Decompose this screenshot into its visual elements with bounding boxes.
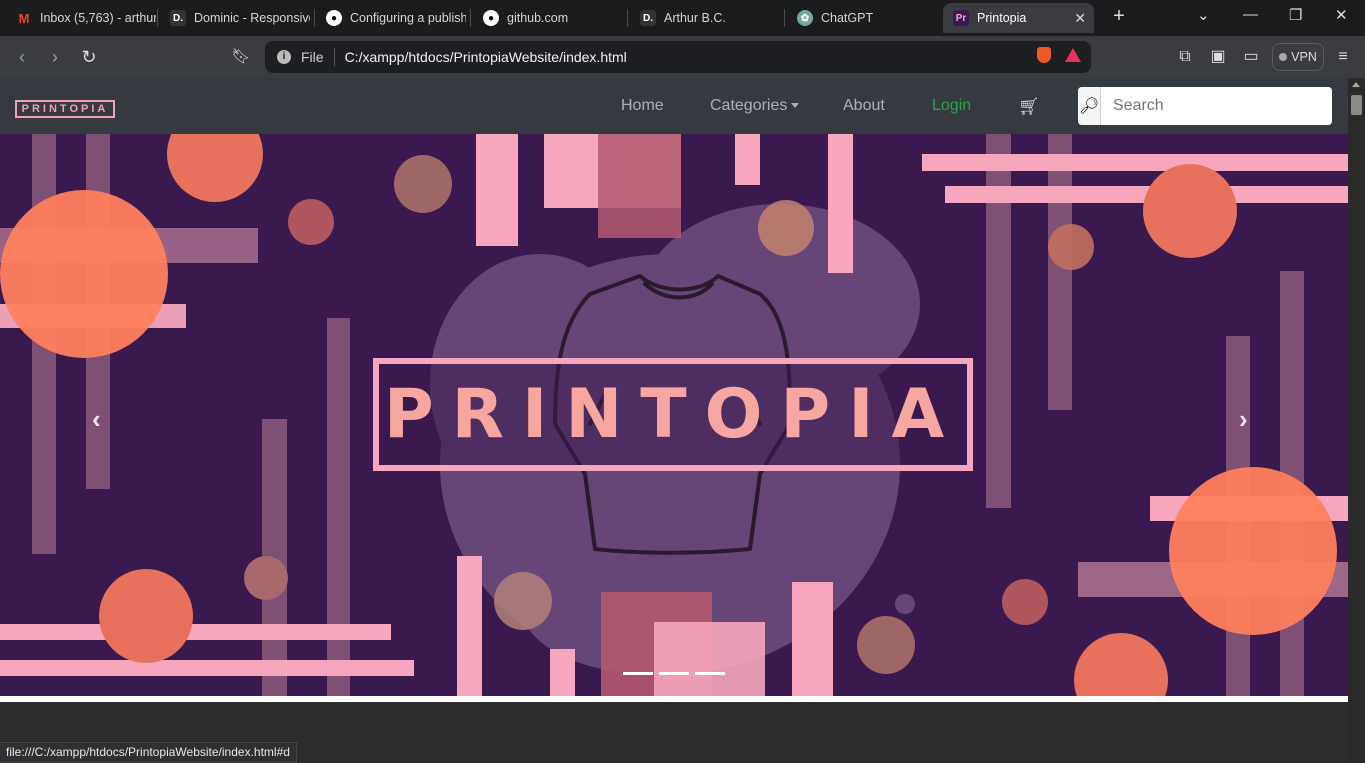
chatgpt-icon: ✿ [797,10,813,26]
wallet-icon[interactable]: ▭ [1240,46,1262,68]
tab-github[interactable]: ● github.com [473,3,623,33]
carousel-next-icon[interactable]: › [1239,404,1248,435]
tab-title: github.com [507,11,569,25]
tab-arthur[interactable]: D. Arthur B.C. [630,3,780,33]
brave-shields-icon[interactable] [1037,47,1051,63]
carousel-prev-icon[interactable]: ‹ [92,404,101,435]
search-icon: 🔎︎ [1078,98,1100,115]
tab-chatgpt[interactable]: ✿ ChatGPT [787,3,937,33]
vpn-status-icon [1279,53,1288,61]
section-divider [0,696,1348,702]
scroll-up-icon[interactable] [1352,82,1360,87]
scheme-label: File [301,49,324,65]
scrollbar-thumb[interactable] [1351,95,1362,115]
dev-icon: D. [640,10,656,26]
tab-title: Configuring a publish [350,11,466,25]
nav-categories-label: Categories [710,97,788,114]
nav-login-link[interactable]: Login [932,97,971,115]
caret-down-icon [791,103,800,109]
tab-printopia[interactable]: Pr Printopia ✕ [943,3,1094,33]
close-window-button[interactable]: ✕ [1335,6,1348,24]
sidebar-icon[interactable]: ▣ [1207,46,1229,68]
status-url: file:///C:/xampp/htdocs/PrintopiaWebsite… [0,742,297,763]
back-icon[interactable]: ‹ [11,46,33,68]
tab-title: Arthur B.C. [664,11,726,25]
tab-dominic[interactable]: D. Dominic - Responsive [160,3,310,33]
search-group: 🔎︎ [1078,87,1332,125]
gmail-icon: M [18,10,30,26]
printopia-icon: Pr [953,10,969,26]
nav-categories-dropdown[interactable]: Categories [710,97,800,115]
dev-icon: D. [170,10,186,26]
github-icon: ● [326,10,342,26]
page-scrollbar[interactable] [1348,78,1365,763]
carousel-indicator[interactable] [695,672,725,675]
forward-icon[interactable]: › [44,46,66,68]
minimize-button[interactable]: — [1243,6,1258,23]
carousel-indicator[interactable] [659,672,689,675]
tab-title: ChatGPT [821,11,874,25]
hero-title: PRINTOPIA [383,375,963,454]
github-icon: ● [483,10,499,26]
brave-rewards-icon[interactable] [1065,48,1081,62]
hero-carousel: PRINTOPIA ‹ › [0,134,1348,696]
cart-icon[interactable]: 🛒︎ [1018,97,1040,117]
vpn-label: VPN [1291,50,1317,64]
reload-icon[interactable]: ↻ [78,46,100,68]
tab-title: Inbox (5,763) - arthur [40,11,156,25]
nav-about-link[interactable]: About [843,97,885,115]
address-bar[interactable]: i File C:/xampp/htdocs/PrintopiaWebsite/… [265,41,1091,73]
extensions-icon[interactable]: ⧉ [1174,46,1196,68]
menu-icon[interactable]: ≡ [1332,46,1354,68]
vpn-button[interactable]: VPN [1272,43,1324,71]
browser-toolbar: ‹ › ↻ 🔖︎ i File C:/xampp/htdocs/Printopi… [0,36,1365,78]
new-tab-button[interactable]: + [1108,5,1130,29]
tab-title: Dominic - Responsive [194,11,310,25]
site-logo[interactable]: PRINTOPIA [15,100,115,118]
restore-button[interactable]: ❐ [1289,6,1302,24]
tab-search-icon[interactable]: ⌄ [1197,6,1210,24]
carousel-indicator[interactable] [623,672,653,675]
carousel-indicators [623,672,725,675]
close-tab-icon[interactable]: ✕ [1074,10,1086,27]
search-input[interactable] [1101,87,1332,125]
url-text[interactable]: C:/xampp/htdocs/PrintopiaWebsite/index.h… [345,49,627,65]
search-button[interactable]: 🔎︎ [1078,87,1101,125]
nav-home-link[interactable]: Home [621,97,664,115]
site-navbar: PRINTOPIA Home Categories About Login 🛒︎… [0,78,1348,134]
tab-configuring[interactable]: ● Configuring a publish [316,3,466,33]
page-viewport: PRINTOPIA Home Categories About Login 🛒︎… [0,78,1348,763]
browser-tab-strip: M Inbox (5,763) - arthur D. Dominic - Re… [0,0,1365,36]
tab-title: Printopia [977,11,1027,25]
bookmark-icon[interactable]: 🔖︎ [230,46,252,68]
info-icon[interactable]: i [277,50,291,64]
tab-gmail[interactable]: M Inbox (5,763) - arthur [6,3,156,33]
